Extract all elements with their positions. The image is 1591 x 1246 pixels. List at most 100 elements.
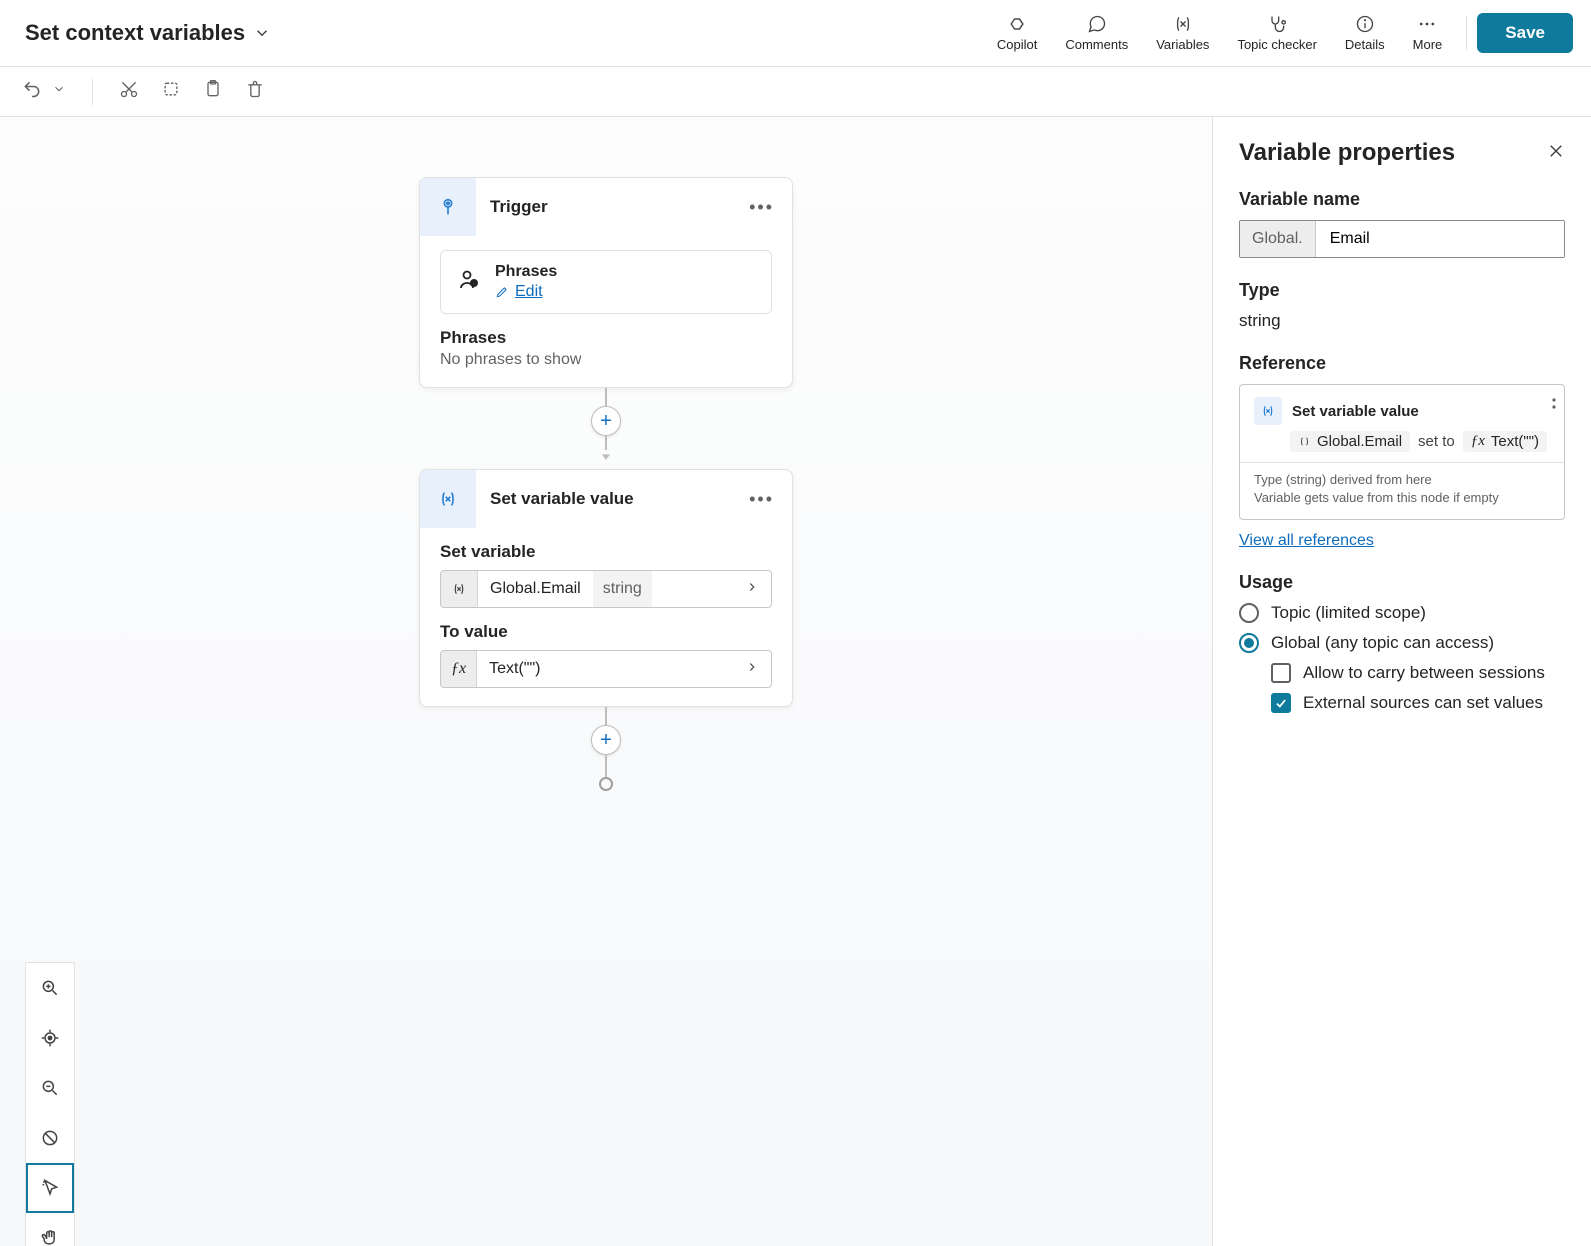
reference-note-2: Variable gets value from this node if em…: [1254, 489, 1550, 507]
more-icon: [1417, 14, 1437, 34]
fit-view-button[interactable]: [26, 1013, 74, 1063]
external-label: External sources can set values: [1303, 693, 1543, 713]
to-value-label: To value: [440, 622, 772, 642]
value-picker[interactable]: ƒx Text(""): [440, 650, 772, 688]
fx-icon: ƒx: [441, 651, 477, 687]
close-icon: [1547, 142, 1565, 160]
usage-global-radio-row[interactable]: Global (any topic can access): [1239, 633, 1565, 653]
usage-global-label: Global (any topic can access): [1271, 633, 1494, 653]
variable-name-prefix: Global.: [1240, 221, 1316, 257]
page-title-text: Set context variables: [25, 20, 245, 46]
hand-icon: [40, 1228, 60, 1246]
flow-container: Trigger ••• • Phrases Edit: [419, 177, 793, 791]
copilot-button[interactable]: Copilot: [983, 7, 1051, 59]
page-title[interactable]: Set context variables: [25, 20, 271, 46]
reference-menu-button[interactable]: [1542, 395, 1556, 414]
edit-phrases-link[interactable]: Edit: [495, 283, 557, 301]
undo-button[interactable]: [18, 75, 46, 108]
pan-tool-button[interactable]: [26, 1213, 74, 1246]
copilot-label: Copilot: [997, 37, 1037, 52]
variables-button[interactable]: Variables: [1142, 7, 1223, 59]
save-button[interactable]: Save: [1477, 13, 1573, 53]
variable-name-input[interactable]: [1316, 221, 1564, 257]
variable-icon: [1254, 397, 1282, 425]
stethoscope-icon: [1267, 14, 1287, 34]
copy-button[interactable]: [157, 75, 185, 108]
radio-topic[interactable]: [1239, 603, 1259, 623]
comments-button[interactable]: Comments: [1051, 7, 1142, 59]
select-tool-button[interactable]: [26, 1163, 74, 1213]
undo-icon: [22, 79, 42, 99]
add-node-button[interactable]: +: [591, 406, 621, 436]
radio-global[interactable]: [1239, 633, 1259, 653]
value-expression: Text(""): [477, 651, 552, 687]
type-value: string: [1239, 311, 1565, 331]
carry-sessions-row[interactable]: Allow to carry between sessions: [1271, 663, 1565, 683]
comments-label: Comments: [1065, 37, 1128, 52]
header-actions: Copilot Comments Variables Topic checker…: [983, 7, 1573, 59]
app-header: Set context variables Copilot Comments V…: [0, 0, 1591, 67]
variable-icon: [420, 470, 476, 528]
trigger-node[interactable]: Trigger ••• • Phrases Edit: [419, 177, 793, 388]
usage-topic-radio-row[interactable]: Topic (limited scope): [1239, 603, 1565, 623]
details-button[interactable]: Details: [1331, 7, 1399, 59]
phrases-card[interactable]: • Phrases Edit: [440, 250, 772, 314]
info-icon: [1355, 14, 1375, 34]
view-all-references-link[interactable]: View all references: [1239, 532, 1374, 550]
variable-icon: [1298, 435, 1311, 448]
zoom-out-button[interactable]: [26, 1063, 74, 1113]
variable-picker[interactable]: Global.Email string: [440, 570, 772, 608]
header-separator: [1466, 16, 1467, 50]
undo-dropdown-button[interactable]: [48, 78, 70, 105]
variable-name: Global.Email: [478, 571, 593, 607]
set-variable-node[interactable]: Set variable value ••• Set variable Glob…: [419, 469, 793, 707]
chevron-right-icon: [733, 580, 771, 599]
copilot-icon: [1007, 14, 1027, 34]
variable-name-label: Variable name: [1239, 189, 1565, 210]
close-panel-button[interactable]: [1547, 142, 1565, 165]
trigger-menu-button[interactable]: •••: [731, 197, 792, 218]
canvas[interactable]: Trigger ••• • Phrases Edit: [0, 117, 1213, 1246]
usage-label: Usage: [1239, 572, 1565, 593]
set-variable-menu-button[interactable]: •••: [731, 489, 792, 510]
variable-name-input-wrap: Global.: [1239, 220, 1565, 258]
edit-label: Edit: [515, 283, 543, 301]
copy-icon: [161, 79, 181, 99]
reference-card[interactable]: Set variable value Global.Email set to ƒ…: [1239, 384, 1565, 520]
arrow-down-icon: [599, 450, 613, 469]
paste-icon: [203, 79, 223, 99]
reference-var-chip: Global.Email: [1290, 431, 1410, 452]
set-variable-label: Set variable: [440, 542, 772, 562]
zoom-in-icon: [40, 978, 60, 998]
external-sources-row[interactable]: External sources can set values: [1271, 693, 1565, 713]
paste-button[interactable]: [199, 75, 227, 108]
delete-button[interactable]: [241, 75, 269, 108]
type-label: Type: [1239, 280, 1565, 301]
toolbar-separator: [92, 79, 93, 105]
cut-button[interactable]: [115, 75, 143, 108]
trigger-icon: [420, 178, 476, 236]
variables-icon: [1173, 14, 1193, 34]
reset-icon: [40, 1128, 60, 1148]
end-node-icon: [599, 777, 613, 791]
checkbox-carry[interactable]: [1271, 663, 1291, 683]
variable-chip-icon: [441, 571, 478, 607]
reference-title: Set variable value: [1292, 403, 1419, 420]
topic-checker-label: Topic checker: [1237, 37, 1316, 52]
cut-icon: [119, 79, 139, 99]
zoom-in-button[interactable]: [26, 963, 74, 1013]
reset-zoom-button[interactable]: [26, 1113, 74, 1163]
details-label: Details: [1345, 37, 1385, 52]
variables-label: Variables: [1156, 37, 1209, 52]
set-to-text: set to: [1418, 433, 1455, 450]
locate-icon: [40, 1028, 60, 1048]
checkbox-external[interactable]: [1271, 693, 1291, 713]
add-node-button[interactable]: +: [591, 725, 621, 755]
usage-topic-label: Topic (limited scope): [1271, 603, 1426, 623]
chevron-right-icon: [733, 660, 771, 679]
reference-expr-chip: ƒx Text(""): [1463, 431, 1547, 452]
cursor-icon: [40, 1178, 60, 1198]
topic-checker-button[interactable]: Topic checker: [1223, 7, 1330, 59]
person-chat-icon: •: [457, 268, 481, 297]
more-button[interactable]: More: [1399, 7, 1457, 59]
